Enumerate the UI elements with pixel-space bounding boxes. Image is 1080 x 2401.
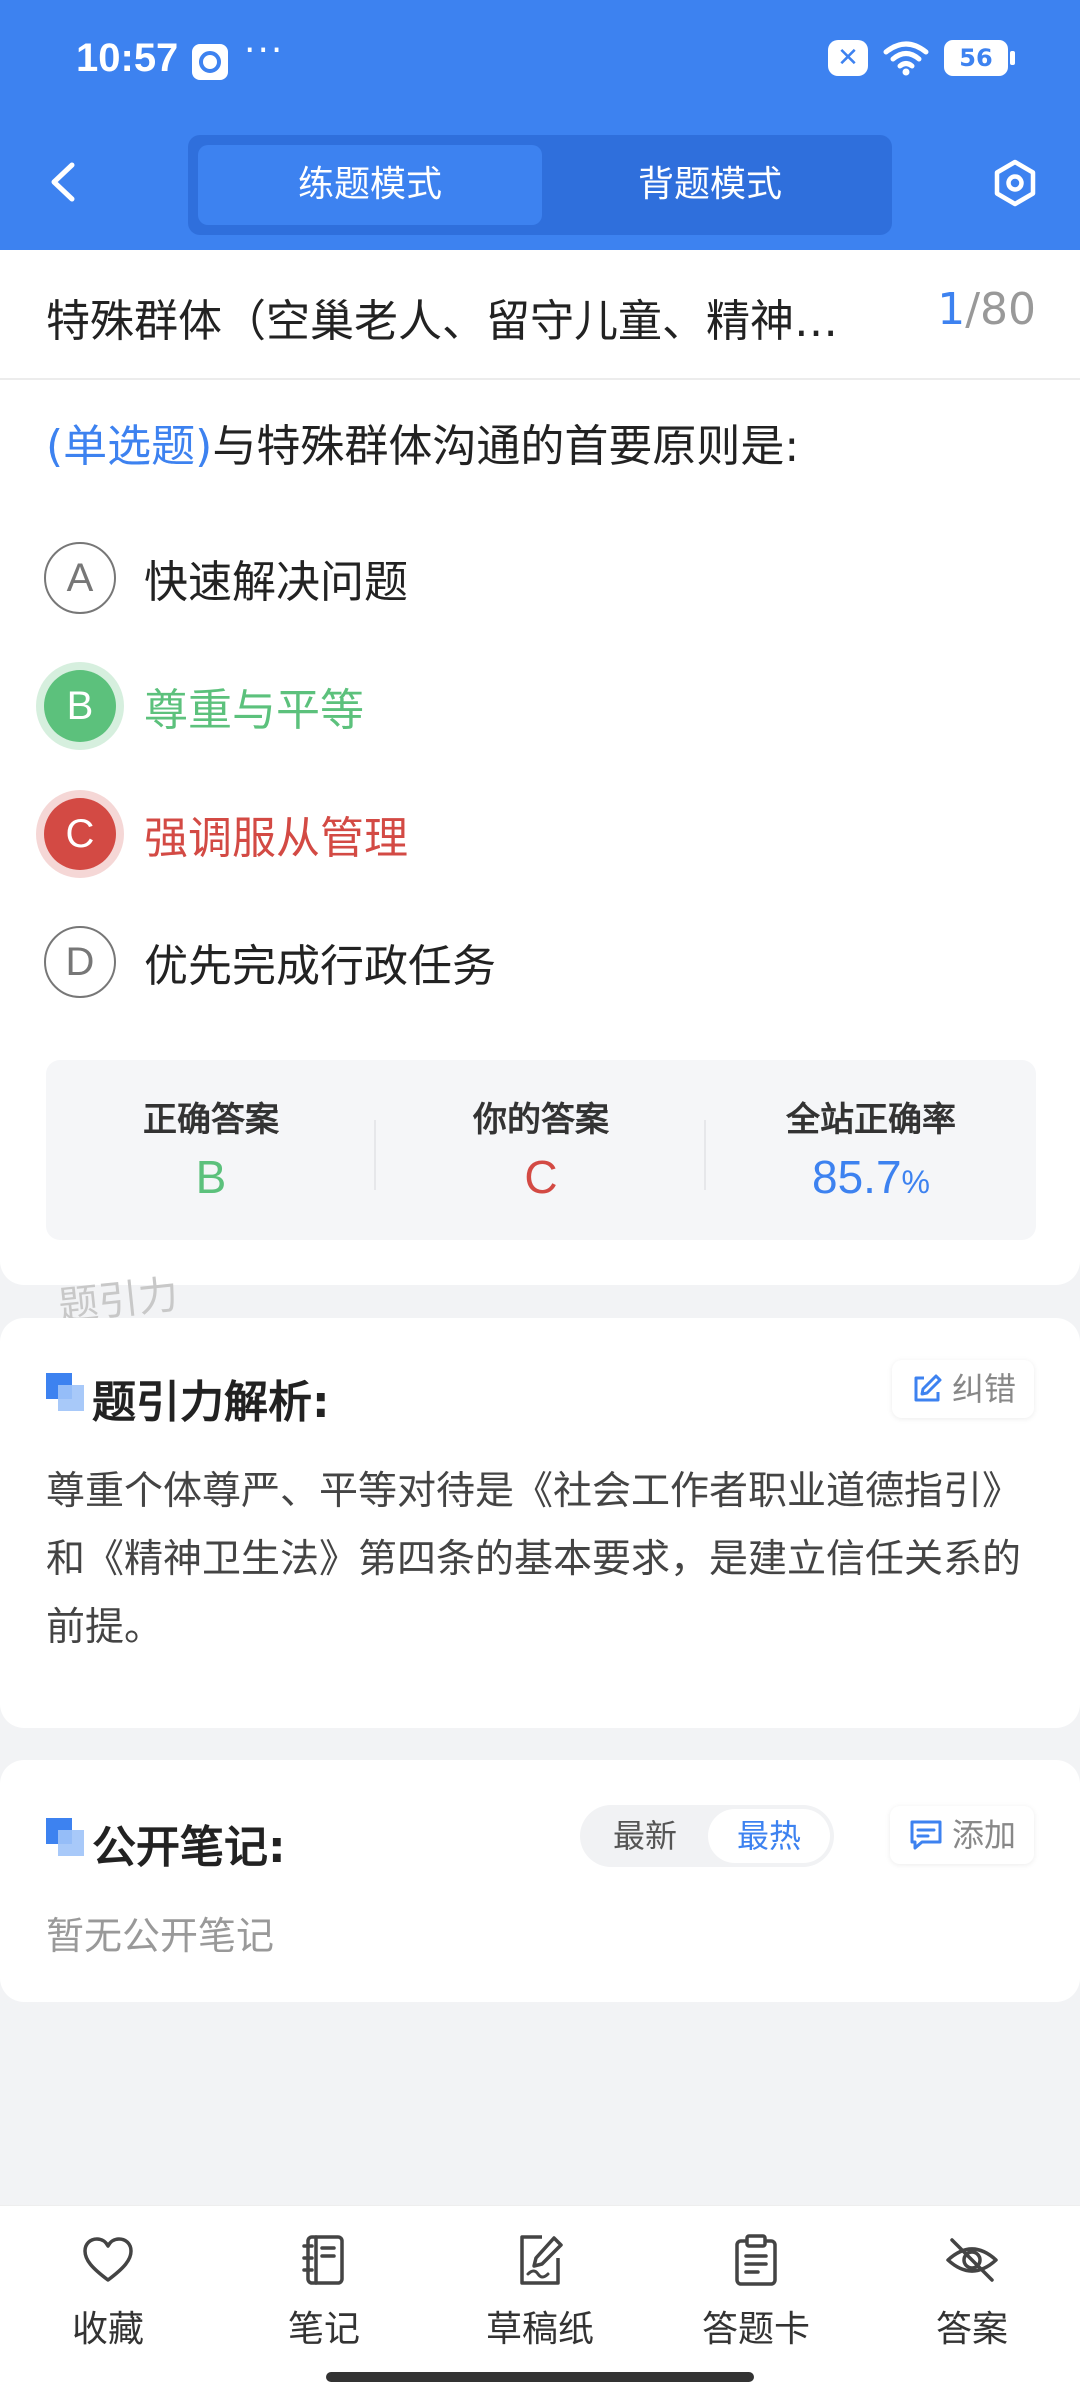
accuracy-rate-unit: % — [901, 1164, 930, 1200]
report-error-button[interactable]: 纠错 — [891, 1360, 1034, 1418]
status-time: 10:57 — [76, 36, 179, 80]
question-counter[interactable]: 1/80 — [937, 284, 1036, 335]
correct-answer-label: 正确答案 — [143, 1100, 279, 1140]
question-total: /80 — [965, 284, 1036, 335]
option-text: 优先完成行政任务 — [144, 941, 496, 992]
your-answer-block: 你的答案 C — [376, 1060, 706, 1240]
nav-label: 笔记 — [287, 2309, 360, 2350]
wifi-icon — [882, 40, 930, 76]
option-letter: C — [44, 798, 116, 870]
option-c[interactable]: C 强调服从管理 — [44, 796, 408, 872]
mode-switch: 练题模式 背题模式 — [188, 135, 892, 235]
divider — [0, 378, 1080, 380]
more-notifications-icon: ··· — [244, 30, 285, 71]
analysis-card: 题引力解析: 纠错 尊重个体尊严、平等对待是《社会工作者职业道德指引》和《精神卫… — [0, 1318, 1080, 1728]
question-text: 与特殊群体沟通的首要原则是: — [212, 421, 800, 472]
settings-hexagon-icon — [994, 159, 1036, 207]
nav-label: 答案 — [935, 2309, 1008, 2350]
option-text: 快速解决问题 — [144, 557, 408, 608]
section-marker-icon — [46, 1373, 84, 1411]
answer-summary: 正确答案 B 你的答案 C 全站正确率 85.7% — [46, 1060, 1036, 1240]
option-a[interactable]: A 快速解决问题 — [44, 540, 408, 616]
notes-empty-text: 暂无公开笔记 — [46, 1914, 275, 1958]
sort-hot-option[interactable]: 最热 — [708, 1809, 830, 1863]
nav-show-answer[interactable]: 答案 — [892, 2232, 1052, 2352]
option-letter: D — [44, 926, 116, 998]
app-notification-icon — [192, 44, 228, 80]
question-category-title: 特殊群体（空巢老人、留守儿童、精神… — [46, 296, 838, 347]
tab-memorize-mode[interactable]: 背题模式 — [538, 145, 882, 225]
question-type-label: (单选题) — [46, 421, 213, 472]
correct-answer-value: B — [195, 1151, 227, 1203]
question-stem: (单选题)与特殊群体沟通的首要原则是: — [46, 410, 799, 474]
add-note-label: 添加 — [951, 1816, 1016, 1854]
question-card: 特殊群体（空巢老人、留守儿童、精神… 1/80 (单选题)与特殊群体沟通的首要原… — [0, 250, 1080, 1285]
nav-favorite[interactable]: 收藏 — [28, 2232, 188, 2352]
option-d[interactable]: D 优先完成行政任务 — [44, 924, 496, 1000]
sim-off-icon: ✕ — [828, 40, 868, 76]
your-answer-value: C — [524, 1151, 558, 1203]
nav-draft[interactable]: 草稿纸 — [460, 2232, 620, 2352]
notes-title: 公开笔记: — [92, 1822, 286, 1873]
option-letter: A — [44, 542, 116, 614]
home-indicator[interactable] — [326, 2372, 754, 2382]
nav-label: 收藏 — [71, 2309, 144, 2350]
correct-answer-block: 正确答案 B — [46, 1060, 376, 1240]
nav-answer-sheet[interactable]: 答题卡 — [676, 2232, 836, 2352]
draft-pen-icon — [520, 2235, 563, 2285]
option-text: 尊重与平等 — [144, 685, 364, 736]
sort-latest-option[interactable]: 最新 — [584, 1809, 706, 1863]
question-current-index: 1 — [937, 284, 966, 335]
chevron-left-icon — [51, 162, 75, 202]
edit-icon — [914, 1374, 942, 1402]
section-marker-icon — [46, 1818, 84, 1856]
accuracy-rate-label: 全站正确率 — [786, 1100, 956, 1140]
notes-sort-toggle: 最新 最热 — [580, 1805, 834, 1867]
accuracy-rate-number: 85.7 — [812, 1151, 902, 1203]
analysis-title: 题引力解析: — [92, 1377, 330, 1428]
settings-button[interactable] — [990, 158, 1040, 208]
accuracy-rate-block: 全站正确率 85.7% — [706, 1060, 1036, 1240]
status-indicators: ✕ 56 — [828, 40, 1015, 76]
your-answer-label: 你的答案 — [473, 1100, 609, 1140]
public-notes-card: 公开笔记: 最新 最热 添加 暂无公开笔记 — [0, 1760, 1080, 2002]
nav-label: 草稿纸 — [485, 2309, 594, 2350]
accuracy-rate-value: 85.7% — [706, 1150, 1036, 1204]
app-header: 10:57 ··· ✕ 56 练题模式 背题模式 — [0, 0, 1080, 250]
tab-practice-mode[interactable]: 练题模式 — [198, 145, 542, 225]
analysis-text: 尊重个体尊严、平等对待是《社会工作者职业道德指引》和《精神卫生法》第四条的基本要… — [46, 1469, 1022, 1650]
comment-icon — [910, 1820, 942, 1850]
nav-label: 答题卡 — [701, 2309, 810, 2350]
option-letter: B — [44, 670, 116, 742]
report-error-label: 纠错 — [951, 1370, 1016, 1408]
eye-off-icon — [946, 2238, 998, 2282]
battery-icon: 56 — [944, 40, 1015, 76]
option-text: 强调服从管理 — [144, 813, 408, 864]
heart-icon — [83, 2237, 133, 2282]
clipboard-icon — [735, 2234, 777, 2286]
add-note-button[interactable]: 添加 — [889, 1806, 1034, 1864]
option-b[interactable]: B 尊重与平等 — [44, 668, 364, 744]
notebook-icon — [302, 2235, 344, 2285]
nav-notes[interactable]: 笔记 — [244, 2232, 404, 2352]
back-button[interactable] — [40, 157, 90, 207]
